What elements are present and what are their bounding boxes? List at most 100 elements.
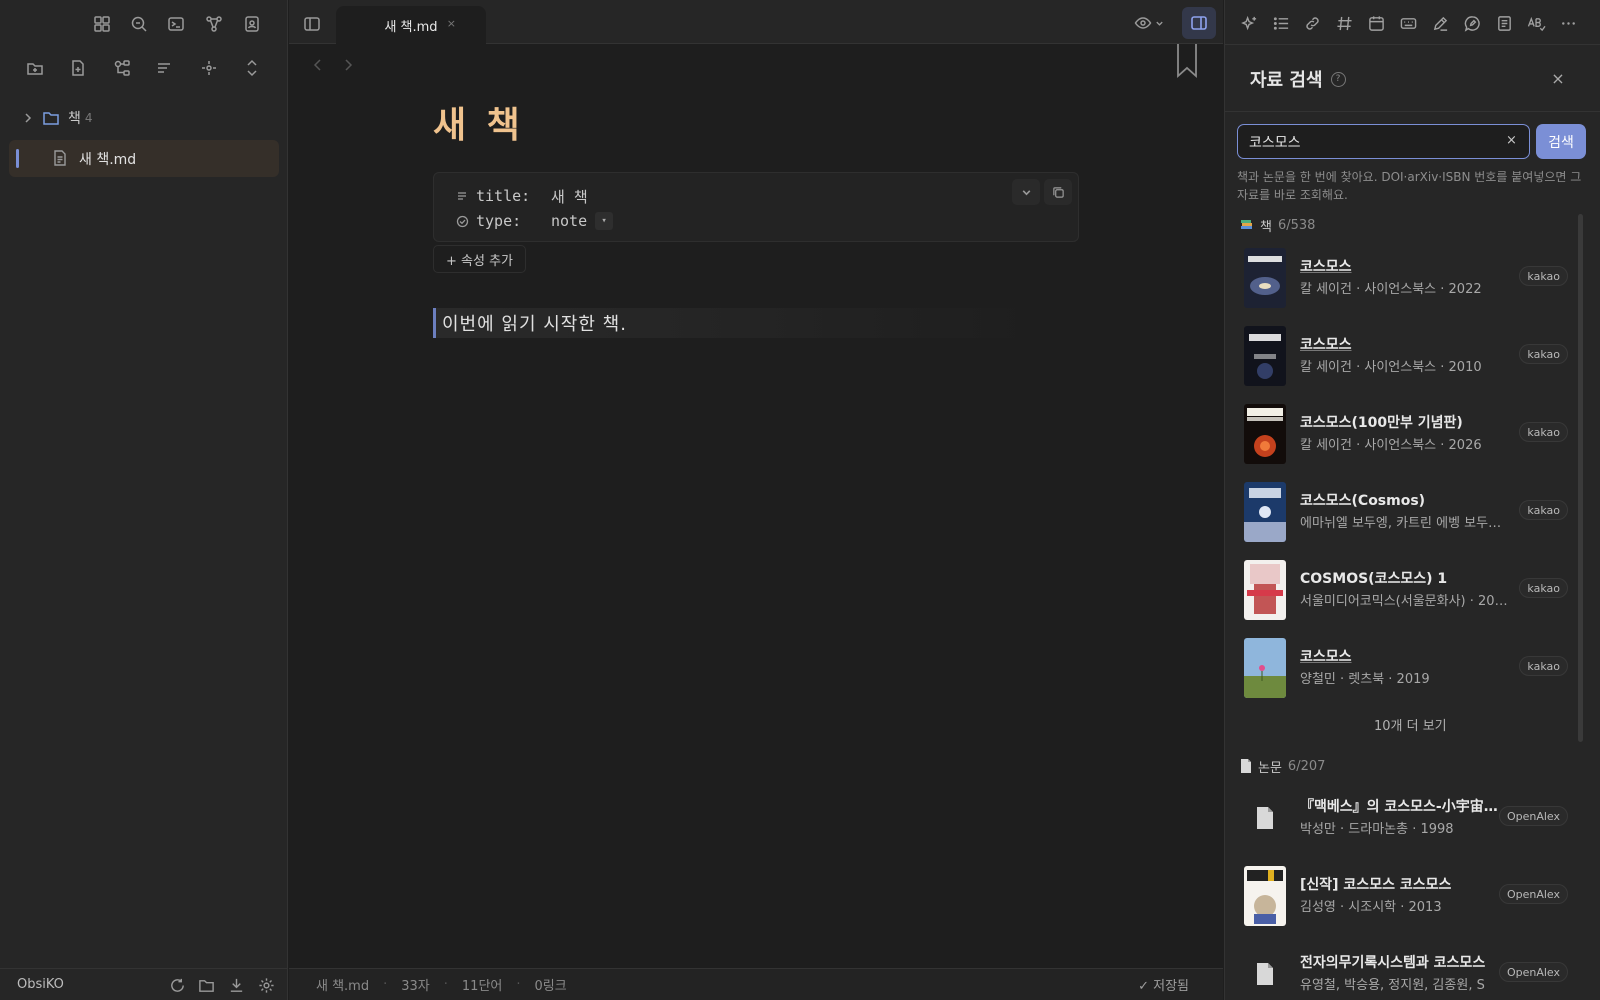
result-title[interactable]: 『맥베스』의 코스모스-小宇宙를 중심으로	[1300, 796, 1500, 816]
hashtag-icon[interactable]	[1331, 10, 1357, 36]
keyboard-icon[interactable]	[1395, 10, 1421, 36]
papers-label: 논문	[1258, 760, 1282, 776]
status-bar: 새 책.md · 33자 · 11단어 · 0링크 ✓ 저장됨	[289, 968, 1223, 1000]
book-result-6[interactable]: 코스모스 양철민 · 렛츠북 · 2019 kakao	[1244, 636, 1574, 700]
paper-result-2[interactable]: [신작] 코스모스 코스모스 김성영 · 시조시학 · 2013 OpenAle…	[1244, 864, 1574, 928]
folder-item-books[interactable]: 책 4	[22, 104, 93, 132]
paper-result-1[interactable]: 『맥베스』의 코스모스-小宇宙를 중심으로 박성만 · 드라마논총 · 1998…	[1244, 786, 1574, 850]
property-title[interactable]: title: 새 책	[456, 185, 588, 207]
book-result-4[interactable]: 코스모스(Cosmos) 에마뉘엘 보두엥, 카트린 에벵 보두엥 · 푸른숲주…	[1244, 480, 1574, 544]
result-title[interactable]: 코스모스	[1300, 334, 1500, 354]
book-result-1[interactable]: 코스모스 칼 세이건 · 사이언스북스 · 2022 kakao	[1244, 246, 1574, 310]
folder-open-icon[interactable]	[195, 974, 217, 996]
link-icon[interactable]	[1299, 10, 1325, 36]
source-badge: OpenAlex	[1498, 806, 1568, 826]
tab-close-icon[interactable]: ×	[447, 17, 456, 30]
editor-area	[289, 0, 1223, 1000]
result-meta: 박성만 · 드라마논총 · 1998	[1300, 822, 1454, 837]
sync-icon[interactable]	[166, 974, 188, 996]
close-panel-icon[interactable]: ×	[1548, 68, 1568, 88]
calendar-icon[interactable]	[1363, 10, 1389, 36]
help-icon[interactable]: ?	[1330, 71, 1346, 87]
bookmark-icon[interactable]	[1176, 44, 1198, 78]
new-note-icon[interactable]	[64, 54, 92, 82]
result-title[interactable]: 코스모스	[1300, 256, 1500, 276]
terminal-icon[interactable]	[162, 10, 190, 38]
pen-icon[interactable]	[1427, 10, 1453, 36]
book-cover-image	[1244, 326, 1286, 386]
new-folder-icon[interactable]	[21, 54, 49, 82]
results-scrollbar[interactable]	[1578, 214, 1583, 742]
source-badge: kakao	[1519, 500, 1568, 520]
property-dropdown[interactable]: ▾	[595, 212, 614, 230]
active-indicator	[16, 149, 19, 168]
source-badge: kakao	[1519, 422, 1568, 442]
result-title[interactable]: 전자의무기록시스템과 코스모스	[1300, 952, 1500, 972]
book-page-icon[interactable]	[1491, 10, 1517, 36]
chat-bubble-icon[interactable]	[1459, 10, 1485, 36]
dashboard-icon[interactable]	[88, 10, 116, 38]
tab-label: 새 책.md	[384, 19, 438, 35]
book-result-3[interactable]: 코스모스(100만부 기념판) 칼 세이건 · 사이언스북스 · 2026 ka…	[1244, 402, 1574, 466]
search-panel-header: 자료 검색 ?	[1250, 66, 1346, 92]
show-more-button[interactable]: 10개 더 보기	[1374, 715, 1447, 734]
note-body-line[interactable]: 이번에 읽기 시작한 책.	[433, 308, 1043, 338]
status-separator: ·	[443, 977, 448, 992]
source-badge: kakao	[1519, 656, 1568, 676]
file-icon	[51, 149, 69, 167]
bullet-list-icon[interactable]	[1268, 10, 1294, 36]
download-icon[interactable]	[225, 974, 247, 996]
forward-arrow-icon[interactable]	[342, 58, 354, 72]
result-meta: 서울미디어코믹스(서울문화사) · 2024	[1300, 594, 1510, 609]
source-badge: kakao	[1519, 344, 1568, 364]
status-saved: ✓ 저장됨	[1138, 979, 1189, 994]
tab-active-note[interactable]: 새 책.md ×	[336, 6, 486, 44]
locate-icon[interactable]	[195, 54, 223, 82]
property-value[interactable]: note	[551, 212, 587, 230]
book-result-5[interactable]: COSMOS(코스모스) 1 서울미디어코믹스(서울문화사) · 2024 ka…	[1244, 558, 1574, 622]
book-cover-image	[1244, 482, 1286, 542]
file-item-active[interactable]: 새 책.md	[9, 140, 279, 177]
hierarchy-icon[interactable]	[108, 54, 136, 82]
expand-collapse-icon[interactable]	[238, 54, 266, 82]
result-title[interactable]: 코스모스	[1300, 646, 1500, 666]
copy-icon[interactable]	[1044, 179, 1072, 205]
result-title[interactable]: [신작] 코스모스 코스모스	[1300, 874, 1500, 894]
history-nav	[312, 58, 354, 72]
more-options-icon[interactable]	[1555, 10, 1581, 36]
contact-card-icon[interactable]	[238, 10, 266, 38]
eye-icon	[1134, 14, 1152, 32]
vault-name: ObsiKO	[17, 977, 64, 992]
properties-collapse-icon[interactable]	[1012, 179, 1040, 205]
settings-gear-icon[interactable]	[255, 974, 277, 996]
sort-icon[interactable]	[150, 54, 178, 82]
result-title[interactable]: COSMOS(코스모스) 1	[1300, 568, 1500, 588]
property-value[interactable]: 새 책	[551, 186, 588, 207]
status-file: 새 책.md	[316, 979, 370, 994]
search-input[interactable]	[1237, 124, 1530, 159]
paper-result-3[interactable]: 전자의무기록시스템과 코스모스 유영철, 박승용, 정지원, 김종원, S Op…	[1244, 942, 1574, 1000]
search-button[interactable]: 검색	[1536, 124, 1586, 159]
clear-search-icon[interactable]: ×	[1506, 133, 1517, 148]
sidebar-toggle-icon[interactable]	[300, 12, 324, 36]
result-title[interactable]: 코스모스(100만부 기념판)	[1300, 412, 1500, 432]
search-file-icon[interactable]	[125, 10, 153, 38]
folder-icon	[42, 109, 60, 127]
spellcheck-icon[interactable]	[1523, 10, 1549, 36]
result-meta: 양철민 · 렛츠북 · 2019	[1300, 672, 1430, 687]
book-cover-image	[1244, 248, 1286, 308]
result-title[interactable]: 코스모스(Cosmos)	[1300, 490, 1500, 510]
sparkle-icon[interactable]	[1236, 10, 1262, 36]
result-meta: 유영철, 박승용, 정지원, 김종원, S	[1300, 978, 1485, 993]
back-arrow-icon[interactable]	[312, 58, 324, 72]
note-title[interactable]: 새 책	[433, 96, 524, 148]
reading-view-toggle[interactable]	[1134, 12, 1170, 34]
result-meta: 칼 세이건 · 사이언스북스 · 2010	[1300, 360, 1482, 375]
graph-icon[interactable]	[200, 10, 228, 38]
add-property-button[interactable]: + 속성 추가	[433, 245, 526, 273]
right-sidebar-toggle-icon[interactable]	[1182, 7, 1216, 39]
document-icon	[1244, 944, 1286, 1000]
book-result-2[interactable]: 코스모스 칼 세이건 · 사이언스북스 · 2010 kakao	[1244, 324, 1574, 388]
property-type[interactable]: type: note ▾	[456, 210, 614, 232]
folder-name: 책	[68, 111, 81, 127]
